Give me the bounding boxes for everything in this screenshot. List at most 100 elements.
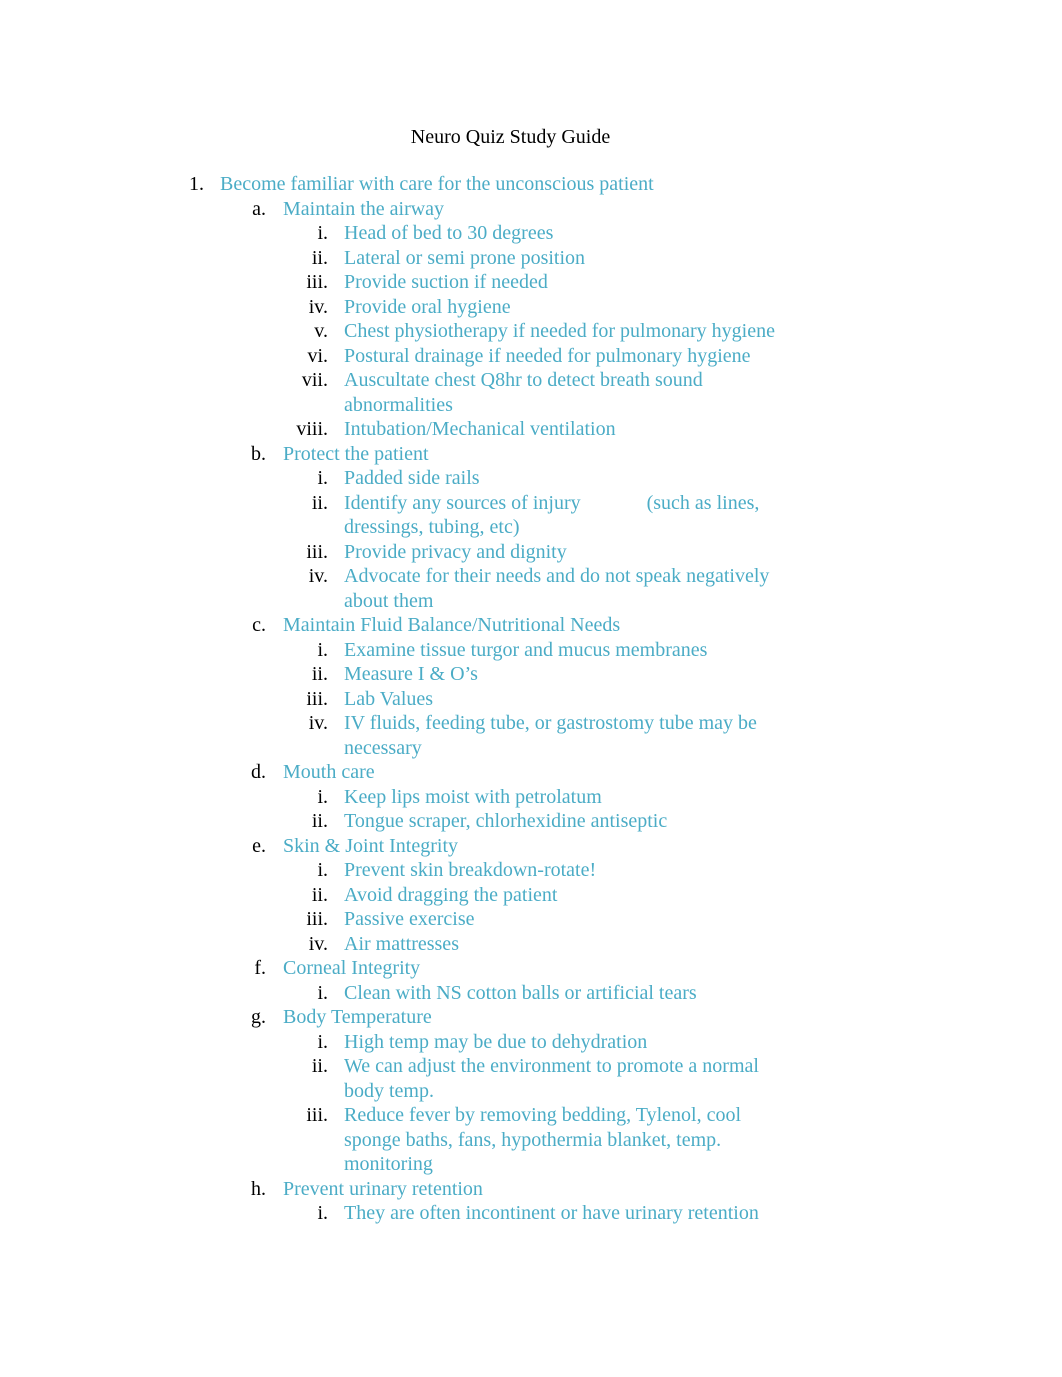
list-item-text-main: Provide oral hygiene <box>344 295 511 318</box>
list-item-text-main: IV fluids, feeding tube, or gastrostomy … <box>344 712 757 759</box>
document-body: 1. Become familiar with care for the unco… <box>0 172 1062 1226</box>
list-item-text-main: Mouth care <box>283 761 375 783</box>
list-item-text-main: Air mattresses <box>344 932 459 955</box>
list-item: ii. Tongue scraper, chlorhexidine antisep… <box>0 809 1062 834</box>
list-marker: ii. <box>311 491 328 514</box>
list-item-text: Auscultate chest Q8hr to detect breath s… <box>344 368 794 417</box>
list-item-text-main: Lateral or semi prone position <box>344 246 586 269</box>
list-item: i. High temp may be due to dehydration <box>0 1030 1062 1055</box>
list-item-text: Air mattresses <box>344 932 794 957</box>
list-item-text: Postural drainage if needed for pulmonar… <box>344 344 794 369</box>
list-item-text-main: Become familiar with care for the uncons… <box>220 173 654 195</box>
list-item: v. Chest physiotherapy if needed for pulm… <box>0 319 1062 344</box>
list-marker: v. <box>314 320 328 342</box>
list-item-text: Become familiar with care for the uncons… <box>220 172 780 197</box>
list-item-text-main: Prevent skin breakdown-rotate! <box>344 859 597 881</box>
list-marker: i. <box>317 1030 328 1053</box>
list-item-text: Padded side rails <box>344 466 794 491</box>
list-item: i. Examine tissue turgor and mucus membra… <box>0 638 1062 663</box>
list-marker: i. <box>317 859 328 881</box>
list-marker: iii. <box>306 1104 328 1126</box>
list-marker: iii. <box>306 271 328 293</box>
subsection-heading: d. Mouth care <box>0 760 1062 785</box>
list-item-text: Lateral or semi prone position <box>344 246 794 271</box>
list-item-text-main: Corneal Integrity <box>283 957 421 979</box>
list-item-text-main: Head of bed to 30 degrees <box>344 222 554 244</box>
list-item-text: Advocate for their needs and do not spea… <box>344 564 794 613</box>
list-marker: h. <box>251 1177 266 1200</box>
list-item-text-main: Measure I & O’s <box>344 663 478 685</box>
list-item-text: Head of bed to 30 degrees <box>344 221 794 246</box>
section-heading: 1. Become familiar with care for the unco… <box>0 172 1062 197</box>
list-item: ii. We can adjust the environment to prom… <box>0 1054 1062 1103</box>
list-item-text: Avoid dragging the patient <box>344 883 794 908</box>
list-item: iv. Provide oral hygiene <box>0 295 1062 320</box>
list-item-text: Prevent skin breakdown-rotate! <box>344 858 794 883</box>
subsection-heading: b. Protect the patient <box>0 442 1062 467</box>
list-marker: viii. <box>296 418 328 440</box>
subsection-heading: f. Corneal Integrity <box>0 956 1062 981</box>
list-item-text-main: Provide suction if needed <box>344 271 548 293</box>
list-marker: i. <box>317 981 328 1004</box>
list-marker: f. <box>254 957 266 979</box>
list-marker: g. <box>251 1006 266 1028</box>
list-item: iv. Advocate for their needs and do not s… <box>0 564 1062 613</box>
list-item-text: They are often incontinent or have urina… <box>344 1201 794 1226</box>
list-item: ii. Avoid dragging the patient <box>0 883 1062 908</box>
list-item-text: Intubation/Mechanical ventilation <box>344 417 794 442</box>
list-item-text-main: High temp may be due to dehydration <box>344 1030 648 1053</box>
list-item-text: Clean with NS cotton balls or artificial… <box>344 981 794 1006</box>
list-item: iii. Reduce fever by removing bedding, Ty… <box>0 1103 1062 1177</box>
list-item: iii. Provide suction if needed <box>0 270 1062 295</box>
list-marker: b. <box>251 442 266 465</box>
list-item-text: Provide suction if needed <box>344 270 794 295</box>
subsection-heading: a. Maintain the airway <box>0 197 1062 222</box>
list-item: ii. Identify any sources of injury (such a… <box>0 491 1062 540</box>
list-item-text: Keep lips moist with petrolatum <box>344 785 794 810</box>
list-marker: i. <box>317 222 328 244</box>
list-item-text-main: Body Temperature <box>283 1006 432 1028</box>
list-item-text: Provide privacy and dignity <box>344 540 794 565</box>
list-item-text-main: Maintain the airway <box>283 197 445 220</box>
document-title: Neuro Quiz Study Guide <box>410 126 611 148</box>
list-item: viii. Intubation/Mechanical ventilation <box>0 417 1062 442</box>
list-marker: ii. <box>311 810 328 832</box>
list-item-text-main: Skin & Joint Integrity <box>283 834 458 857</box>
list-item: vii. Auscultate chest Q8hr to detect brea… <box>0 368 1062 417</box>
list-item-text: We can adjust the environment to promote… <box>344 1054 794 1103</box>
list-item-text-main: Prevent urinary retention <box>283 1177 483 1200</box>
subsection-heading: g. Body Temperature <box>0 1005 1062 1030</box>
list-item: i. Head of bed to 30 degrees <box>0 221 1062 246</box>
list-item-text-main: Identify any sources of injury <box>344 491 581 514</box>
list-item-text-main: Provide privacy and dignity <box>344 540 567 563</box>
list-marker: vii. <box>301 369 328 391</box>
list-item: i. They are often incontinent or have uri… <box>0 1201 1062 1226</box>
subsection-heading: e. Skin & Joint Integrity <box>0 834 1062 859</box>
list-marker: i. <box>317 467 328 489</box>
list-item-text-main: Lab Values <box>344 687 434 710</box>
list-item-text-main: Advocate for their needs and do not spea… <box>344 565 770 612</box>
list-marker: vi. <box>307 344 328 367</box>
list-item: i. Prevent skin breakdown-rotate! <box>0 858 1062 883</box>
list-item-text-main: Tongue scraper, chlorhexidine antiseptic <box>344 810 668 832</box>
list-marker: iv. <box>308 295 328 318</box>
list-item-text: Maintain the airway <box>283 197 803 222</box>
list-item-text: Provide oral hygiene <box>344 295 794 320</box>
list-marker: d. <box>251 761 266 783</box>
list-item-text: Mouth care <box>283 760 803 785</box>
list-item-text-main: Avoid dragging the patient <box>344 883 558 906</box>
list-item: iv. Air mattresses <box>0 932 1062 957</box>
list-item-text-main: Intubation/Mechanical ventilation <box>344 418 616 440</box>
list-marker: 1. <box>189 173 204 195</box>
list-item-text: Measure I & O’s <box>344 662 794 687</box>
list-item-text: Maintain Fluid Balance/Nutritional Needs <box>283 613 803 638</box>
list-item-text: IV fluids, feeding tube, or gastrostomy … <box>344 711 794 760</box>
list-item-text-main: Chest physiotherapy if needed for pulmon… <box>344 320 775 342</box>
list-item: vi. Postural drainage if needed for pulmo… <box>0 344 1062 369</box>
list-item: iii. Passive exercise <box>0 907 1062 932</box>
list-marker: iv. <box>308 932 328 955</box>
list-item-text-main: Passive exercise <box>344 908 475 930</box>
subsection-heading: c. Maintain Fluid Balance/Nutritional Nee… <box>0 613 1062 638</box>
list-item-text: Body Temperature <box>283 1005 803 1030</box>
list-marker: iv. <box>308 712 328 734</box>
